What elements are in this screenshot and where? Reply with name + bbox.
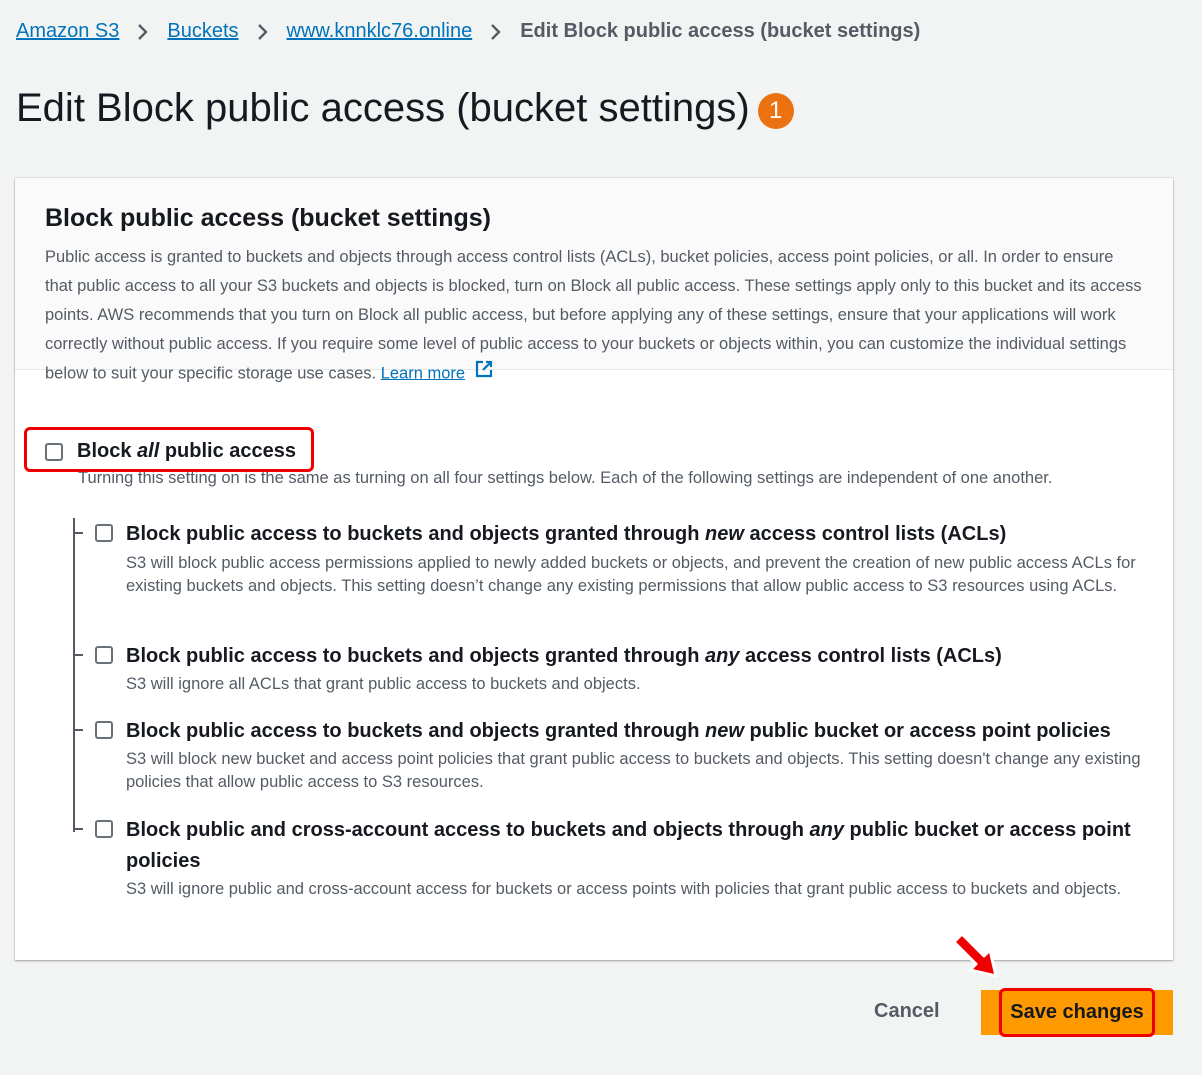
chevron-right-icon [137,23,149,41]
setting-new-acls-title: Block public access to buckets and objec… [126,523,1007,545]
external-link-icon[interactable] [474,359,494,389]
setting-new-policies-checkbox[interactable] [95,721,113,739]
panel-header: Block public access (bucket settings) Pu… [15,178,1173,382]
setting-new-acls-checkbox[interactable] [95,524,113,542]
breadcrumb-buckets[interactable]: Buckets [167,20,238,43]
pointer-arrow-icon [952,932,998,978]
setting-any-acls-title: Block public access to buckets and objec… [126,645,1002,667]
tree-connector [73,518,75,832]
tree-branch [73,532,83,534]
chevron-right-icon [257,23,269,41]
setting-any-acls-checkbox[interactable] [95,646,113,664]
chevron-right-icon [490,23,502,41]
setting-new-policies-description: S3 will block new bucket and access poin… [126,750,1141,791]
panel-description: Public access is granted to buckets and … [45,243,1143,389]
setting-any-policies-title: Block public and cross-account access to… [126,819,1131,872]
tree-branch [73,828,83,830]
step-badge: 1 [757,92,794,129]
breadcrumb-bucket-name[interactable]: www.knnklc76.online [287,20,473,43]
setting-any-policies-checkbox[interactable] [95,820,113,838]
block-public-access-panel: Block public access (bucket settings) Pu… [15,178,1173,960]
highlight-annotation [999,988,1155,1037]
setting-new-acls-description: S3 will block public access permissions … [126,554,1136,595]
panel-description-text: Public access is granted to buckets and … [45,248,1142,383]
setting-any-policies-description: S3 will ignore public and cross-account … [126,880,1122,898]
breadcrumb-amazon-s3[interactable]: Amazon S3 [16,20,119,43]
setting-any-acls-description: S3 will ignore all ACLs that grant publi… [126,675,641,693]
tree-branch [73,654,83,656]
setting-new-policies-title: Block public access to buckets and objec… [126,720,1111,742]
tree-branch [73,729,83,731]
learn-more-link[interactable]: Learn more [381,364,465,382]
breadcrumb: Amazon S3 Buckets www.knnklc76.online Ed… [16,20,920,43]
breadcrumb-current: Edit Block public access (bucket setting… [520,20,921,42]
highlight-annotation [24,427,314,472]
page-title: Edit Block public access (bucket setting… [16,86,794,131]
panel-title: Block public access (bucket settings) [45,204,491,232]
cancel-button[interactable]: Cancel [862,996,952,1027]
page-title-text: Edit Block public access (bucket setting… [16,86,750,130]
